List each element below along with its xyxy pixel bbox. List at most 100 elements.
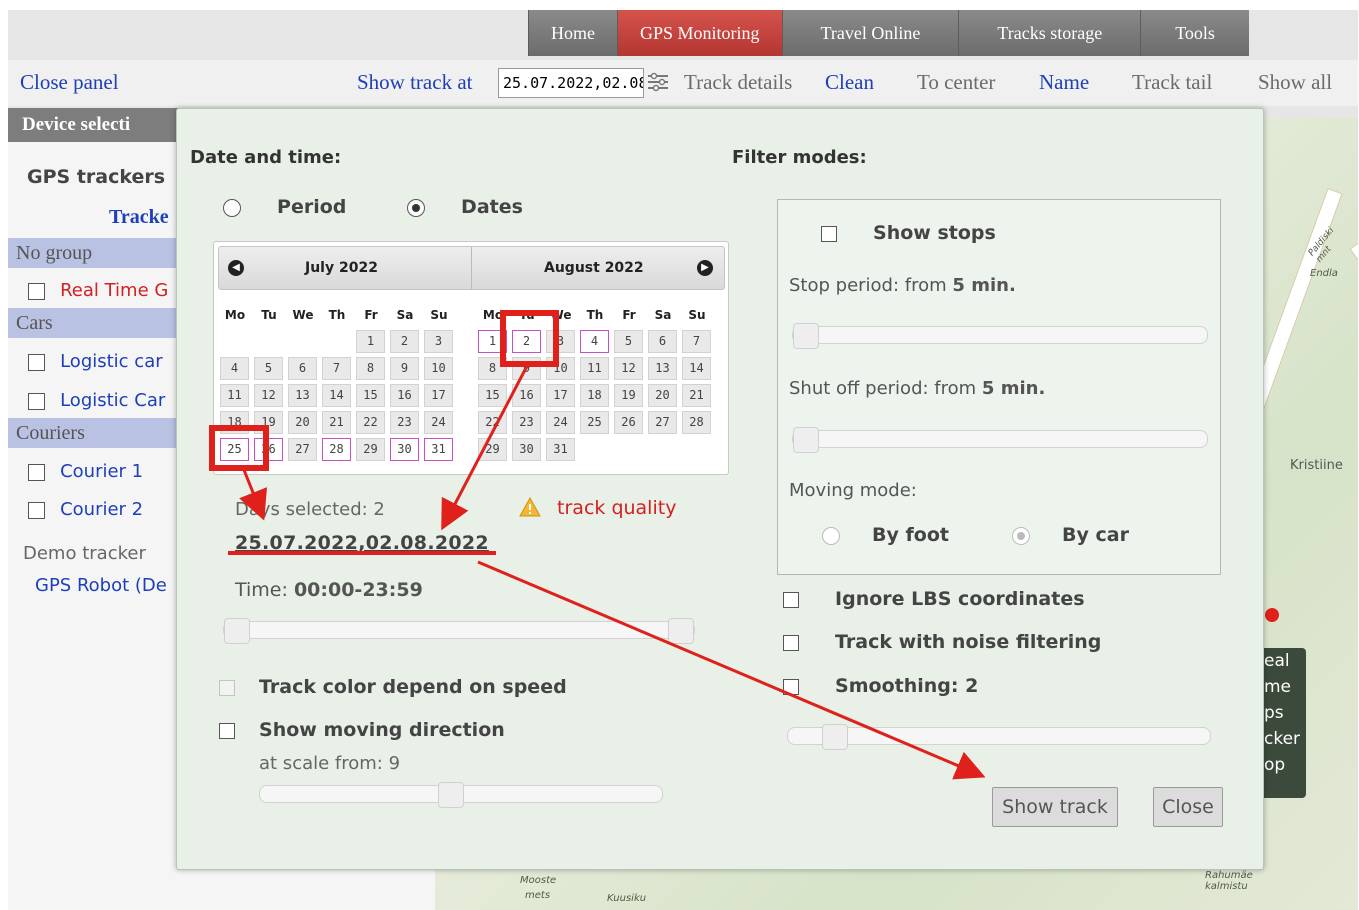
calendar-day[interactable]: 11 [220, 384, 249, 407]
track-tail-link[interactable]: Track tail [1132, 70, 1212, 95]
clean-link[interactable]: Clean [825, 70, 874, 95]
smoothing-row[interactable]: Smoothing: 2 [783, 675, 978, 697]
calendar-day[interactable]: 29 [478, 438, 507, 461]
calendar-day[interactable]: 20 [648, 384, 677, 407]
calendar-day[interactable]: 15 [478, 384, 507, 407]
tracker-name[interactable]: Courier 1 [60, 461, 143, 482]
smoothing-label[interactable]: Smoothing: 2 [835, 675, 978, 697]
gps-robot-link[interactable]: GPS Robot (De [35, 575, 167, 596]
dates-label[interactable]: Dates [461, 196, 523, 218]
calendar-day[interactable]: 24 [546, 411, 575, 434]
calendar-day[interactable]: 1 [478, 330, 507, 353]
close-button[interactable]: Close [1153, 787, 1223, 827]
ignore-lbs-checkbox[interactable] [783, 591, 799, 608]
track-color-checkbox[interactable] [219, 679, 235, 696]
calendar-day[interactable]: 5 [614, 330, 643, 353]
tracker-checkbox[interactable] [28, 393, 45, 410]
show-stops-label[interactable]: Show stops [873, 222, 996, 244]
stop-period-handle[interactable] [793, 323, 819, 349]
moving-direction-label[interactable]: Show moving direction [259, 719, 505, 741]
sliders-icon[interactable] [646, 70, 670, 94]
calendar-day[interactable]: 28 [682, 411, 711, 434]
tracker-row[interactable]: Courier 1 [28, 461, 143, 482]
calendar-day[interactable]: 28 [322, 438, 351, 461]
calendar-day[interactable]: 2 [390, 330, 419, 353]
scale-handle[interactable] [438, 782, 464, 808]
noise-filter-checkbox[interactable] [783, 634, 799, 651]
period-radio[interactable] [223, 198, 241, 217]
calendar-day[interactable]: 2 [512, 330, 541, 353]
map-marker-icon[interactable] [1265, 608, 1279, 622]
calendar-day[interactable]: 31 [546, 438, 575, 461]
calendar-day[interactable]: 23 [390, 411, 419, 434]
track-details-link[interactable]: Track details [684, 70, 792, 95]
period-label[interactable]: Period [277, 196, 346, 218]
smoothing-slider[interactable] [787, 724, 1211, 750]
calendar-day[interactable]: 12 [254, 384, 283, 407]
calendar-day[interactable]: 13 [288, 384, 317, 407]
noise-filter-row[interactable]: Track with noise filtering [783, 631, 1101, 653]
to-center-link[interactable]: To center [917, 70, 995, 95]
by-car-radio[interactable] [1012, 526, 1030, 545]
track-quality-link[interactable]: track quality [557, 497, 676, 519]
calendar-day[interactable]: 14 [322, 384, 351, 407]
scale-slider[interactable] [259, 782, 663, 808]
calendar-day[interactable]: 18 [580, 384, 609, 407]
calendar-day[interactable]: 31 [424, 438, 453, 461]
close-panel-link[interactable]: Close panel [20, 70, 119, 95]
by-car-row[interactable]: By car [1012, 524, 1129, 546]
tracker-checkbox[interactable] [28, 283, 45, 300]
calendar-day[interactable]: 23 [512, 411, 541, 434]
calendar-day[interactable]: 21 [682, 384, 711, 407]
calendar-day[interactable]: 8 [478, 357, 507, 380]
calendar-day[interactable]: 11 [580, 357, 609, 380]
noise-filter-label[interactable]: Track with noise filtering [835, 631, 1101, 653]
shutoff-period-slider[interactable] [792, 427, 1208, 453]
track-color-label[interactable]: Track color depend on speed [259, 676, 567, 698]
calendar-day[interactable]: 9 [390, 357, 419, 380]
calendar-day[interactable]: 16 [390, 384, 419, 407]
calendar-day[interactable]: 10 [546, 357, 575, 380]
by-foot-radio[interactable] [822, 526, 840, 545]
calendar-day[interactable]: 26 [614, 411, 643, 434]
calendar-day[interactable]: 3 [546, 330, 575, 353]
tracker-row[interactable]: Logistic car [28, 351, 163, 372]
trackers-link[interactable]: Tracke [109, 206, 169, 229]
tracker-name[interactable]: Courier 2 [60, 499, 143, 520]
period-radio-row[interactable]: Period [223, 196, 346, 218]
calendar-day[interactable]: 22 [478, 411, 507, 434]
calendar-day[interactable]: 8 [356, 357, 385, 380]
by-car-label[interactable]: By car [1062, 524, 1129, 546]
tracker-name[interactable]: Logistic Car [60, 390, 165, 411]
stop-period-slider[interactable] [792, 323, 1208, 349]
calendar-day[interactable]: 5 [254, 357, 283, 380]
calendar-day[interactable]: 27 [648, 411, 677, 434]
calendar-day[interactable]: 19 [254, 411, 283, 434]
calendar-day[interactable]: 27 [288, 438, 317, 461]
calendar-day[interactable]: 16 [512, 384, 541, 407]
moving-direction-checkbox[interactable] [219, 722, 235, 739]
track-quality-row[interactable]: track quality [519, 496, 676, 519]
calendar-day[interactable]: 25 [580, 411, 609, 434]
calendar-day[interactable]: 25 [220, 438, 249, 461]
calendar-day[interactable]: 15 [356, 384, 385, 407]
calendar-day[interactable]: 20 [288, 411, 317, 434]
smoothing-handle[interactable] [822, 724, 848, 750]
calendar-day[interactable]: 29 [356, 438, 385, 461]
tracker-row[interactable]: Courier 2 [28, 499, 143, 520]
ignore-lbs-row[interactable]: Ignore LBS coordinates [783, 588, 1085, 610]
calendar-day[interactable]: 12 [614, 357, 643, 380]
map-side-widget[interactable]: eal me ps cker op [1260, 648, 1306, 798]
dates-radio-row[interactable]: Dates [407, 196, 523, 218]
calendar-day[interactable]: 13 [648, 357, 677, 380]
calendar-day[interactable]: 18 [220, 411, 249, 434]
time-range-slider[interactable] [223, 618, 695, 644]
dates-radio[interactable] [407, 198, 425, 217]
moving-direction-row[interactable]: Show moving direction [219, 719, 505, 741]
calendar-day[interactable]: 6 [648, 330, 677, 353]
calendar-day[interactable]: 3 [424, 330, 453, 353]
by-foot-label[interactable]: By foot [872, 524, 949, 546]
calendar-day[interactable]: 17 [424, 384, 453, 407]
tracker-name[interactable]: Real Time G [60, 280, 168, 301]
tab-tracks-storage[interactable]: Tracks storage [958, 10, 1141, 56]
